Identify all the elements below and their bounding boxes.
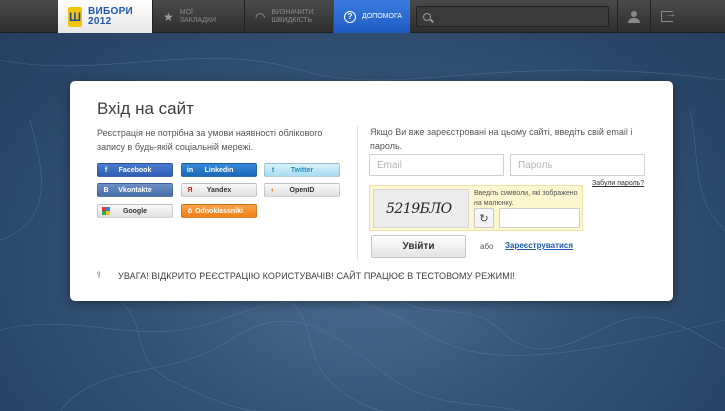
login-button[interactable]: Увійти — [371, 235, 466, 258]
facebook-login-button[interactable]: f Facebook — [97, 163, 173, 177]
refresh-icon: ↻ — [479, 212, 489, 225]
page-title: Вхід на сайт — [97, 99, 194, 118]
captcha-image: 5219БЛО — [373, 189, 469, 228]
nav-favorites-line1: МОЇ — [179, 8, 193, 16]
logo[interactable]: Ш ВИБОРИ 2012 — [58, 0, 152, 33]
captcha-hint: Введіть символи, які зображено на малюнк… — [474, 190, 578, 207]
register-link[interactable]: Зареєструватися — [505, 241, 573, 250]
captcha-refresh-button[interactable]: ↻ — [474, 208, 494, 228]
captcha-box: 5219БЛО Введіть символи, які зображено н… — [369, 185, 583, 231]
nav-favorites-line2: ЗАКЛАДКИ — [179, 16, 217, 24]
user-profile-button[interactable] — [617, 0, 649, 33]
logout-button[interactable] — [650, 0, 682, 33]
linkedin-icon: in — [186, 166, 194, 174]
logo-text-line2: 2012 — [88, 15, 112, 27]
star-icon: ★ — [163, 9, 174, 24]
email-field[interactable] — [369, 154, 504, 176]
openid-login-button[interactable]: ◐ OpenID — [264, 183, 340, 197]
user-icon — [627, 10, 640, 23]
test-mode-warning: УВАГА! ВІДКРИТО РЕЄСТРАЦІЮ КОРИСТУВАЧІВ!… — [118, 271, 516, 281]
odnoklassniki-icon: ö — [187, 207, 193, 215]
search-input[interactable] — [437, 11, 597, 22]
or-text: або — [480, 242, 494, 251]
twitter-label: Twitter — [290, 166, 314, 174]
yandex-login-button[interactable]: Я Yandex — [181, 183, 257, 197]
openid-label: OpenID — [289, 186, 315, 194]
google-icon — [102, 207, 110, 215]
vkontakte-label: Vkontakte — [118, 186, 152, 194]
antenna-icon: ⫯ — [97, 270, 101, 280]
social-login-note: Реєстрація не потрібна за умови наявност… — [97, 128, 323, 152]
speedometer-icon: ◠ — [255, 9, 266, 24]
login-panel: Вхід на сайт Реєстрація не потрібна за у… — [70, 81, 673, 301]
google-label: Google — [122, 207, 148, 215]
logout-icon — [660, 8, 677, 22]
yandex-label: Yandex — [206, 186, 232, 194]
password-field[interactable] — [510, 154, 645, 176]
forgot-password-link[interactable]: Забули пароль? — [592, 180, 644, 187]
panel-divider — [357, 126, 358, 261]
linkedin-label: Linkedin — [204, 166, 234, 174]
facebook-icon: f — [104, 166, 108, 174]
nav-speed-line1: ВИЗНАЧИТИ — [271, 8, 314, 16]
odnoklassniki-login-button[interactable]: ö Odnoklassniki — [181, 204, 257, 218]
nav-help-label: ДОПОМОГА — [362, 12, 402, 20]
google-login-button[interactable]: Google — [97, 204, 173, 218]
captcha-input[interactable] — [499, 208, 580, 228]
vkontakte-login-button[interactable]: B Vkontakte — [97, 183, 173, 197]
nav-speed-test[interactable]: ◠ ВИЗНАЧИТИ ШВИДКІСТЬ — [244, 0, 333, 33]
yandex-icon: Я — [187, 186, 193, 194]
nav-speed-line2: ШВИДКІСТЬ — [271, 16, 313, 24]
login-note: Якщо Ви вже зареєстровані на цьому сайті… — [370, 127, 633, 151]
facebook-label: Facebook — [118, 166, 152, 174]
search-box — [416, 6, 609, 27]
openid-icon: ◐ — [270, 186, 276, 194]
search-icon — [423, 12, 431, 21]
twitter-login-button[interactable]: t Twitter — [264, 163, 340, 177]
vkontakte-icon: B — [103, 186, 109, 194]
nav-favorites[interactable]: ★ МОЇ ЗАКЛАДКИ — [152, 0, 244, 33]
twitter-icon: t — [271, 166, 275, 174]
linkedin-login-button[interactable]: in Linkedin — [181, 163, 257, 177]
odnoklassniki-label: Odnoklassniki — [195, 207, 243, 215]
nav-help[interactable]: ? ДОПОМОГА — [333, 0, 410, 33]
trident-icon: Ш — [68, 6, 82, 27]
question-icon: ? — [344, 10, 356, 23]
top-navigation-bar: Ш ВИБОРИ 2012 ★ МОЇ ЗАКЛАДКИ ◠ ВИЗНАЧИТИ… — [0, 0, 725, 33]
